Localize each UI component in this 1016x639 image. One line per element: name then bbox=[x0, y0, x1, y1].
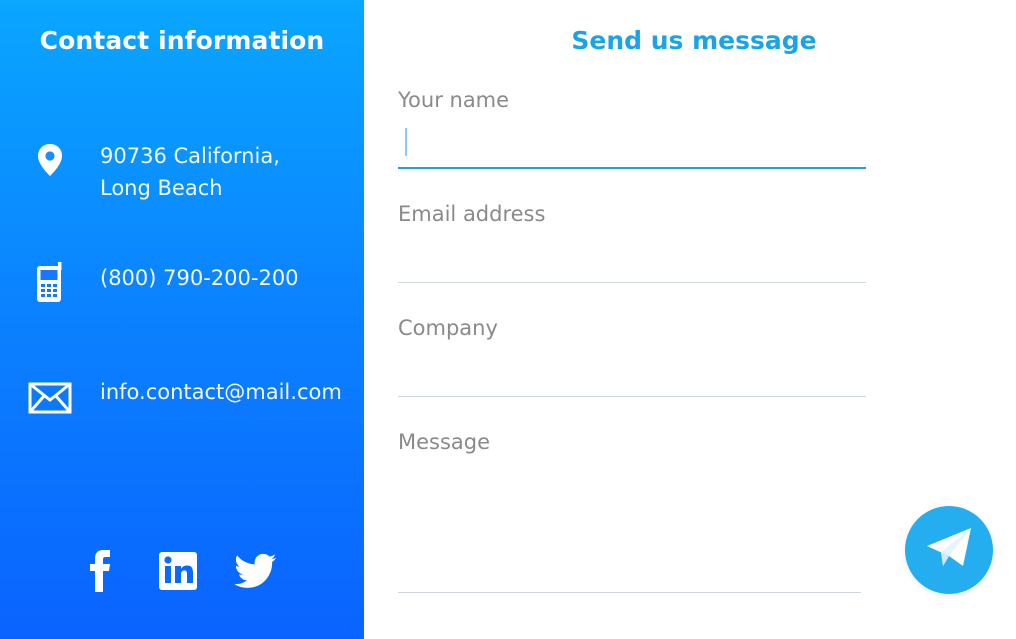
phone-text: (800) 790-200-200 bbox=[100, 266, 299, 290]
map-pin-icon bbox=[27, 140, 73, 180]
message-underline bbox=[398, 592, 861, 593]
name-underline bbox=[398, 167, 866, 169]
contact-card: Contact information 90736 California, Lo… bbox=[0, 0, 1016, 639]
address-line1: 90736 California, bbox=[100, 144, 280, 168]
name-field[interactable]: Your name bbox=[398, 88, 870, 169]
address-line2: Long Beach bbox=[100, 176, 223, 200]
social-links bbox=[78, 549, 278, 593]
address-row: 90736 California, Long Beach bbox=[27, 140, 280, 204]
envelope-icon bbox=[27, 378, 73, 418]
message-field[interactable]: Message bbox=[398, 430, 870, 593]
form-title: Send us message bbox=[571, 26, 817, 55]
address-text: 90736 California, Long Beach bbox=[100, 140, 280, 204]
twitter-icon[interactable] bbox=[234, 549, 278, 593]
linkedin-icon[interactable] bbox=[156, 549, 200, 593]
name-input[interactable] bbox=[398, 126, 870, 162]
company-field[interactable]: Company bbox=[398, 316, 870, 397]
company-input[interactable] bbox=[398, 354, 870, 390]
email-field[interactable]: Email address bbox=[398, 202, 870, 283]
company-label: Company bbox=[398, 316, 498, 340]
email-underline bbox=[398, 282, 866, 283]
mobile-phone-icon bbox=[27, 262, 73, 304]
facebook-icon[interactable] bbox=[78, 549, 122, 593]
contact-info-panel: Contact information 90736 California, Lo… bbox=[0, 0, 364, 639]
phone-row: (800) 790-200-200 bbox=[27, 262, 299, 304]
text-caret bbox=[405, 128, 407, 156]
paper-plane-icon bbox=[925, 526, 973, 574]
message-label: Message bbox=[398, 430, 491, 454]
email-label: Email address bbox=[398, 202, 546, 226]
email-row: info.contact@mail.com bbox=[27, 378, 342, 418]
name-label: Your name bbox=[398, 88, 510, 112]
send-button[interactable] bbox=[905, 506, 993, 594]
message-input[interactable] bbox=[398, 468, 870, 592]
email-input[interactable] bbox=[398, 240, 870, 276]
email-text: info.contact@mail.com bbox=[100, 380, 342, 404]
contact-info-title: Contact information bbox=[39, 26, 325, 55]
company-underline bbox=[398, 396, 866, 397]
